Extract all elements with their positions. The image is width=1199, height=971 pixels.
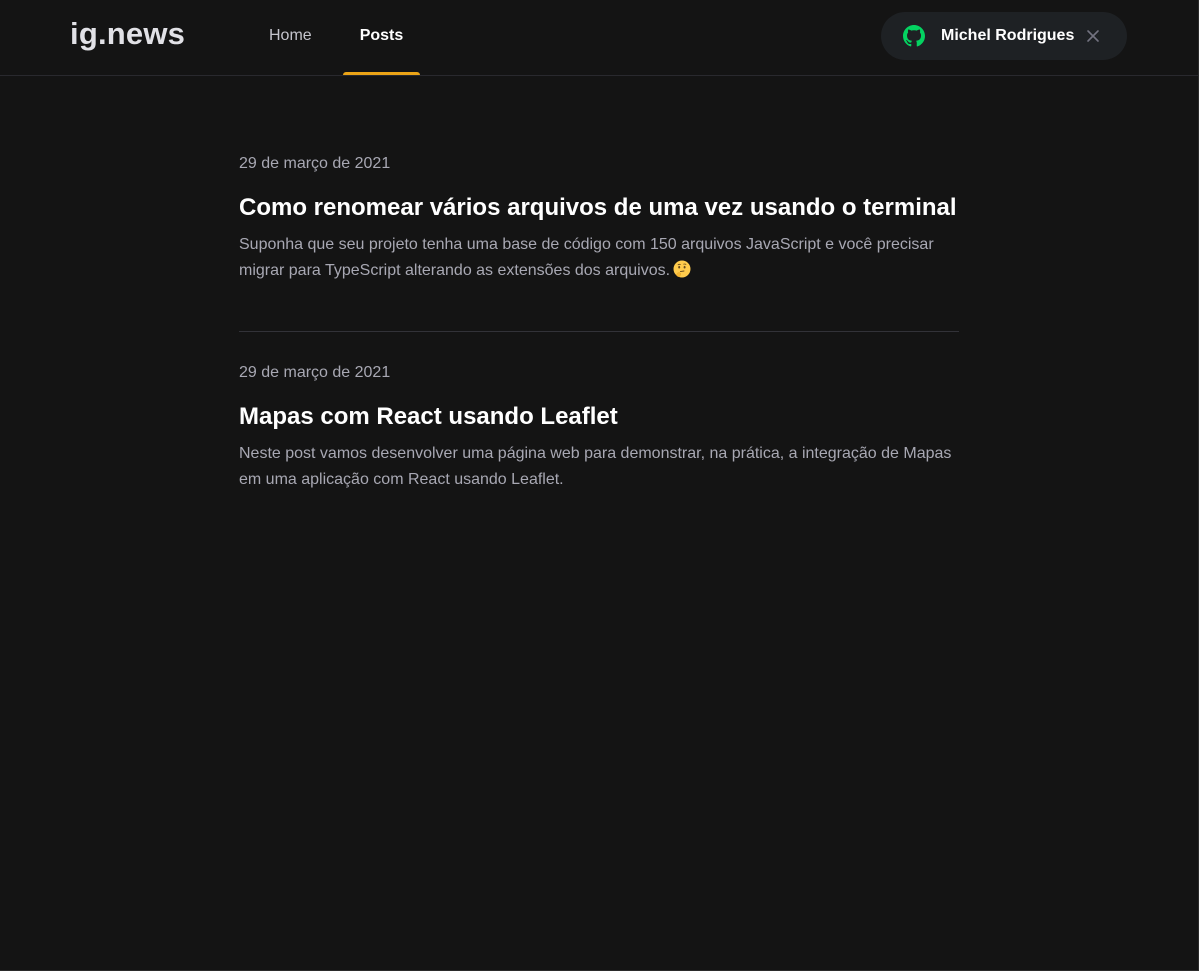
- page: ig.news Home Posts Michel Rodrigues 29 d…: [0, 0, 1199, 971]
- post-title[interactable]: Como renomear vários arquivos de uma vez…: [239, 192, 959, 224]
- logo[interactable]: ig.news: [70, 16, 185, 52]
- user-signin-button[interactable]: Michel Rodrigues: [881, 12, 1127, 60]
- close-icon[interactable]: [1085, 28, 1101, 44]
- posts-list: 29 de março de 2021 Como renomear vários…: [239, 76, 959, 509]
- nav-link-posts[interactable]: Posts: [342, 0, 421, 75]
- post-excerpt-text: Suponha que seu projeto tenha uma base d…: [239, 236, 934, 279]
- post-excerpt: Neste post vamos desenvolver uma página …: [239, 445, 952, 488]
- thinking-face-emoji-icon: [673, 260, 691, 278]
- main-nav: Home Posts: [252, 0, 434, 75]
- header: ig.news Home Posts Michel Rodrigues: [0, 0, 1198, 76]
- post-item[interactable]: 29 de março de 2021 Mapas com React usan…: [239, 332, 959, 493]
- nav-link-home[interactable]: Home: [252, 0, 329, 75]
- post-excerpt: Suponha que seu projeto tenha uma base d…: [239, 232, 959, 284]
- post-item[interactable]: 29 de março de 2021 Como renomear vários…: [239, 76, 959, 332]
- github-icon: [903, 25, 925, 47]
- post-title[interactable]: Mapas com React usando Leaflet: [239, 401, 959, 433]
- post-date: 29 de março de 2021: [239, 155, 391, 172]
- user-name: Michel Rodrigues: [941, 27, 1075, 44]
- post-date: 29 de março de 2021: [239, 364, 391, 381]
